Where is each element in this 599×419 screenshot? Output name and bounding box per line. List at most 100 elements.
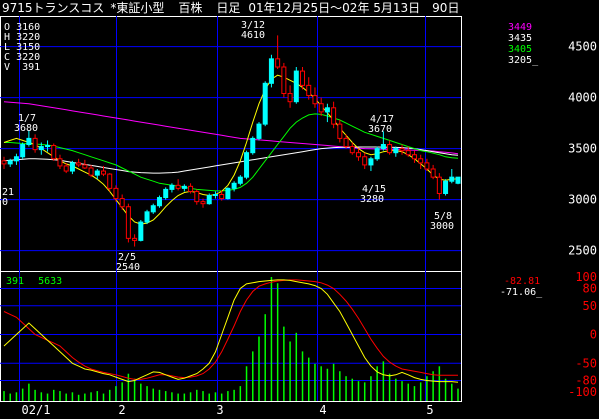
candle-body xyxy=(399,148,405,152)
stock-name: トランスコス xyxy=(33,1,105,15)
candle-body xyxy=(374,148,380,160)
price-axis: 4500 4000 3500 3000 2500 xyxy=(568,40,597,258)
candle-body xyxy=(113,187,119,200)
candle-body xyxy=(7,160,13,165)
candle-body xyxy=(57,158,63,167)
candle-body xyxy=(312,95,318,105)
osc-k-line xyxy=(3,279,459,383)
ma-value-1: 3449 xyxy=(508,22,532,33)
candle-body xyxy=(268,58,274,84)
candle-body xyxy=(194,190,200,203)
candle-body xyxy=(250,137,256,154)
candle-body xyxy=(275,58,281,68)
price-tick-label: 2500 xyxy=(568,244,597,258)
market-label: *東証小型 xyxy=(110,1,164,15)
candle-body xyxy=(132,237,138,241)
candle-body xyxy=(262,82,268,125)
candle-body xyxy=(225,187,231,200)
plot-border xyxy=(0,16,462,402)
grid xyxy=(0,16,461,401)
stock-chart: 9715トランスコス *東証小型 百株 日足 01年12月25日～02年 5月13日 90… xyxy=(0,0,597,417)
ma-value-3: 3405 xyxy=(508,44,532,55)
candle-body xyxy=(244,152,250,178)
candle-body xyxy=(380,144,386,150)
candle-body xyxy=(45,145,51,148)
candle-body xyxy=(107,173,113,189)
candle-body xyxy=(26,137,32,146)
candle-body xyxy=(63,165,69,172)
price-tick-label: 4500 xyxy=(568,40,597,54)
candle-body xyxy=(181,185,187,189)
ma-value-2: 3435 xyxy=(508,33,532,44)
ma-value-4: 3205_ xyxy=(508,55,539,66)
candle-body xyxy=(337,123,343,139)
candle-body xyxy=(200,201,206,205)
candle-body xyxy=(163,188,169,199)
candle-body xyxy=(324,107,330,113)
candle-body xyxy=(300,70,306,86)
price-tick-label: 4000 xyxy=(568,91,597,105)
annotation-price: 3000 xyxy=(430,221,454,232)
osc-tick-label: 0 xyxy=(590,328,597,342)
candle-body xyxy=(38,146,44,151)
candle-body xyxy=(219,194,225,200)
candle-body xyxy=(76,162,82,166)
osc-d-line xyxy=(3,279,458,380)
candle-body xyxy=(206,195,212,205)
osc-tick-label: 80 xyxy=(583,282,597,296)
annotation-price: 3280 xyxy=(360,194,384,205)
candle-body xyxy=(436,176,442,194)
volume2-label: 5633 xyxy=(38,276,62,287)
ma-legend: 3449 3435 3405 3205_ xyxy=(508,22,539,66)
date-tick-label: 2 xyxy=(118,403,125,417)
candle-body xyxy=(119,198,125,208)
candle-body xyxy=(287,93,293,103)
annotation-price: 4610 xyxy=(241,30,265,41)
volume-label: 391 xyxy=(6,276,24,287)
chart-header: 9715トランスコス *東証小型 百株 日足 01年12月25日～02年 5月13日 90… xyxy=(2,0,459,15)
candle-body xyxy=(393,148,399,154)
candle-body xyxy=(138,221,144,241)
annotation-price: 3670 xyxy=(368,124,392,135)
stock-code: 9715 xyxy=(2,1,33,15)
candle-body xyxy=(94,170,100,176)
date-tick-label: 3 xyxy=(216,403,223,417)
candle-body xyxy=(293,70,299,103)
candle-body xyxy=(88,167,94,176)
candle-body xyxy=(144,211,150,223)
candle-body xyxy=(51,145,57,160)
candle-body xyxy=(212,194,218,197)
candle-body xyxy=(32,137,38,151)
svg-text:3915633: 391 5633 xyxy=(6,276,62,287)
unit-label: 百株 xyxy=(178,0,202,15)
date-tick-label: 5 xyxy=(426,403,433,417)
oscillator-axis: 10080500-50-80-100 xyxy=(568,270,597,399)
annotation-left: 0 xyxy=(2,197,8,208)
candle-body xyxy=(411,154,417,160)
candle-body xyxy=(1,160,7,165)
svg-text:V 391: V 391 xyxy=(4,62,40,73)
candle-body xyxy=(188,185,194,192)
candle-body xyxy=(237,176,243,184)
oscillator-lines xyxy=(3,279,459,383)
candle-body xyxy=(362,156,368,166)
candle-body xyxy=(13,156,19,162)
candle-body xyxy=(331,107,337,125)
chart-frame xyxy=(0,16,462,402)
candle-body xyxy=(318,103,324,113)
candle-body xyxy=(424,162,430,170)
annotation-price: 2540 xyxy=(116,262,140,273)
candle-body xyxy=(387,144,393,154)
candle-body xyxy=(418,158,424,164)
price-tick-label: 3500 xyxy=(568,142,597,156)
volume-value: 391 xyxy=(22,62,40,73)
candle-body xyxy=(449,176,455,182)
candle-body xyxy=(156,197,162,207)
price-annotations: 1/7 3680 3/12 4610 4/17 3670 4/15 3280 2… xyxy=(2,20,454,273)
date-tick-label: 4 xyxy=(319,403,326,417)
candle-body xyxy=(101,170,107,175)
candle-body xyxy=(343,137,349,148)
candle-body xyxy=(256,123,262,139)
candle-body xyxy=(169,184,175,190)
candle-body xyxy=(150,205,156,213)
